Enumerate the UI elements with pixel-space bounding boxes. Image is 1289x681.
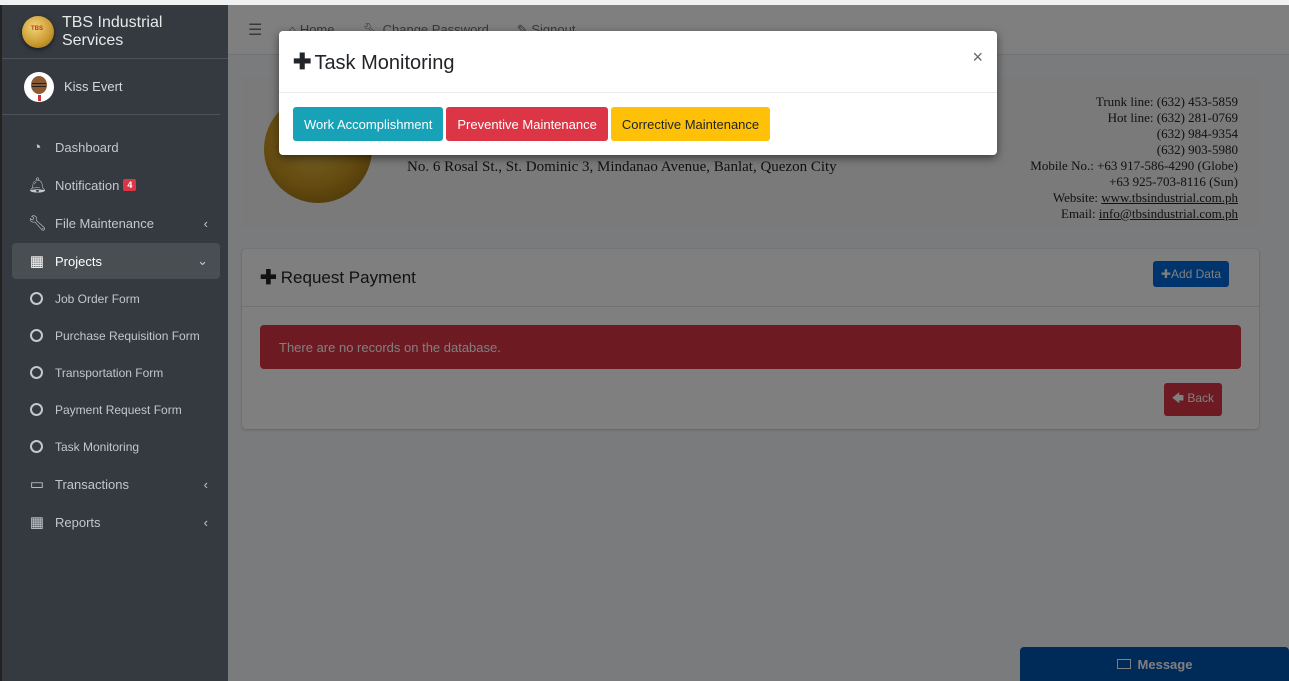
sidebar-item-reports[interactable]: ▦ Reports ‹ <box>12 504 220 540</box>
notification-badge: 4 <box>123 179 137 191</box>
sidebar-subitem-label: Task Monitoring <box>55 439 140 454</box>
brand[interactable]: TBS TBS Industrial Services <box>2 5 228 59</box>
user-name: Kiss Evert <box>64 79 123 94</box>
sidebar-subitem-label: Purchase Requisition Form <box>55 328 200 343</box>
circle-icon <box>30 440 43 453</box>
sidebar-item-label: Dashboard <box>55 139 119 155</box>
chevron-left-icon: ‹ <box>203 514 208 530</box>
sidebar-nav: ◔ Dashboard 🔔︎ Notification 4 🔧︎ File Ma… <box>2 129 228 540</box>
sidebar-subitem-transportation-form[interactable]: Transportation Form <box>12 355 220 390</box>
circle-icon <box>30 329 43 342</box>
sidebar-item-label: Transactions <box>55 476 129 492</box>
sidebar: TBS TBS Industrial Services Kiss Evert ◔… <box>0 5 228 681</box>
preventive-maintenance-button[interactable]: Preventive Maintenance <box>446 107 608 141</box>
sidebar-subitem-task-monitoring[interactable]: Task Monitoring <box>12 429 220 464</box>
circle-icon <box>30 366 43 379</box>
chevron-left-icon: ‹ <box>203 215 208 231</box>
calendar-icon: ▭ <box>29 476 45 493</box>
sidebar-item-label: Projects <box>55 253 102 269</box>
sidebar-item-label: File Maintenance <box>55 215 154 231</box>
tachometer-icon: ◔ <box>32 138 42 156</box>
sidebar-item-dashboard[interactable]: ◔ Dashboard <box>12 129 220 165</box>
work-accomplishment-button[interactable]: Work Accomplishment <box>293 107 444 141</box>
sidebar-subitem-purchase-requisition-form[interactable]: Purchase Requisition Form <box>12 318 220 353</box>
sidebar-item-projects[interactable]: ▦ Projects ⌄ <box>12 243 220 279</box>
chevron-down-icon: ⌄ <box>197 253 208 268</box>
calendar-grid-icon: ▦ <box>29 514 45 531</box>
grid-icon: ▦ <box>29 253 45 270</box>
corrective-maintenance-button[interactable]: Corrective Maintenance <box>610 107 771 141</box>
chevron-left-icon: ‹ <box>203 476 208 492</box>
plus-icon: ✚ <box>293 48 312 74</box>
browser-top-strip <box>0 0 1289 5</box>
sidebar-subitem-label: Transportation Form <box>55 365 164 380</box>
wrench-icon: 🔧︎ <box>28 215 48 232</box>
sidebar-item-label: Reports <box>55 514 101 530</box>
sidebar-item-notification[interactable]: 🔔︎ Notification 4 <box>12 167 220 203</box>
sidebar-item-transactions[interactable]: ▭ Transactions ‹ <box>12 466 220 502</box>
close-icon[interactable]: × <box>972 47 983 68</box>
circle-icon <box>30 292 43 305</box>
circle-icon <box>30 403 43 416</box>
sidebar-subitem-job-order-form[interactable]: Job Order Form <box>12 281 220 316</box>
task-monitoring-modal: ✚ Task Monitoring × Work Accomplishment P… <box>279 31 997 155</box>
sidebar-subitem-payment-request-form[interactable]: Payment Request Form <box>12 392 220 427</box>
user-panel[interactable]: Kiss Evert <box>2 59 220 115</box>
avatar <box>24 71 54 102</box>
brand-name: TBS Industrial Services <box>61 13 163 49</box>
sidebar-item-label: Notification <box>55 177 120 193</box>
modal-title: ✚ Task Monitoring <box>293 48 455 74</box>
sidebar-item-file-maintenance[interactable]: 🔧︎ File Maintenance ‹ <box>12 205 220 241</box>
modal-header: ✚ Task Monitoring × <box>279 31 997 93</box>
bell-icon: 🔔︎ <box>28 177 48 194</box>
sidebar-subitem-label: Payment Request Form <box>55 402 182 417</box>
brand-logo: TBS <box>22 15 54 48</box>
sidebar-subitem-label: Job Order Form <box>55 291 140 306</box>
modal-body: Work Accomplishment Preventive Maintenan… <box>279 93 997 141</box>
